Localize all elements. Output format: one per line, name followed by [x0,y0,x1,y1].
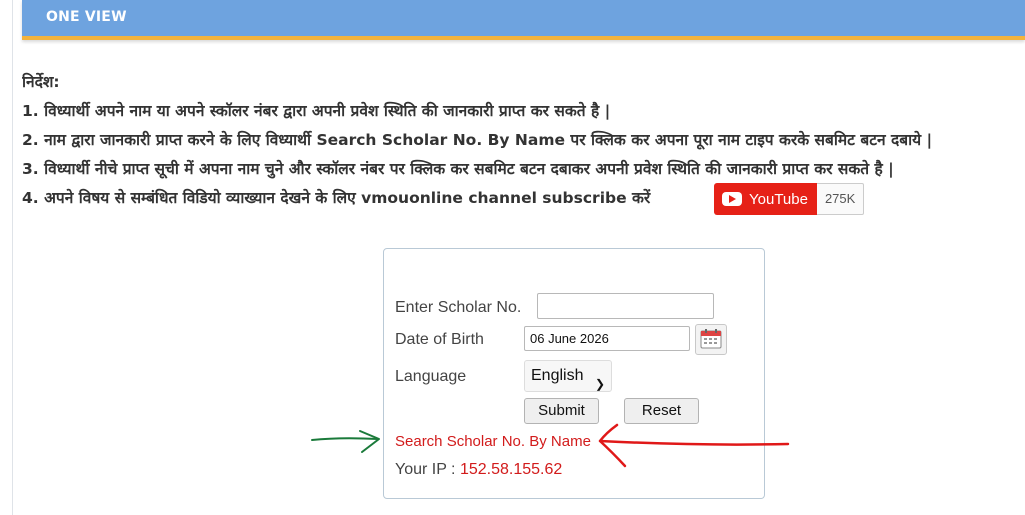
ip-label: Your IP : [395,461,456,478]
instructions-heading: निर्देश: [22,73,60,91]
scholar-no-input[interactable] [537,293,714,319]
calendar-icon [700,329,722,349]
subscriber-count: 275K [816,183,865,215]
scholar-no-label: Enter Scholar No. [395,299,522,316]
language-label: Language [395,368,467,385]
instructions: निर्देश: 1. विध्यार्थी अपने नाम या अपने … [22,68,1025,213]
dob-label: Date of Birth [395,331,484,348]
calendar-button[interactable] [695,324,727,355]
left-border [12,0,13,515]
language-selected-value: English [531,367,584,384]
youtube-subscribe-button[interactable]: YouTube [714,183,817,215]
ip-info: Your IP : 152.58.155.62 [395,461,562,479]
submit-button[interactable]: Submit [524,398,599,424]
chevron-down-icon: ❯ [594,377,605,391]
green-arrow-annotation [311,430,380,453]
instruction-line-1: 1. विध्यार्थी अपने नाम या अपने स्कॉलर नं… [22,102,611,120]
language-select[interactable]: English ❯ [524,360,612,392]
dob-input[interactable]: 06 June 2026 [524,326,690,351]
instruction-line-3: 3. विध्यार्थी नीचे प्राप्त सूची में अपना… [22,160,894,178]
page-title: ONE VIEW [46,9,127,25]
youtube-label: YouTube [749,190,808,208]
search-form: Enter Scholar No. Date of Birth 06 June … [383,248,765,499]
reset-button[interactable]: Reset [624,398,699,424]
youtube-subscribe-widget[interactable]: YouTube 275K [714,183,865,215]
instruction-line-4: 4. अपने विषय से सम्बंधित विडियो व्याख्या… [22,189,651,207]
ip-value: 152.58.155.62 [459,461,563,478]
search-by-name-link[interactable]: Search Scholar No. By Name [395,433,591,450]
youtube-play-icon [722,192,742,206]
instruction-line-2: 2. नाम द्वारा जानकारी प्राप्त करने के लि… [22,131,933,149]
header-bar: ONE VIEW [22,0,1025,40]
